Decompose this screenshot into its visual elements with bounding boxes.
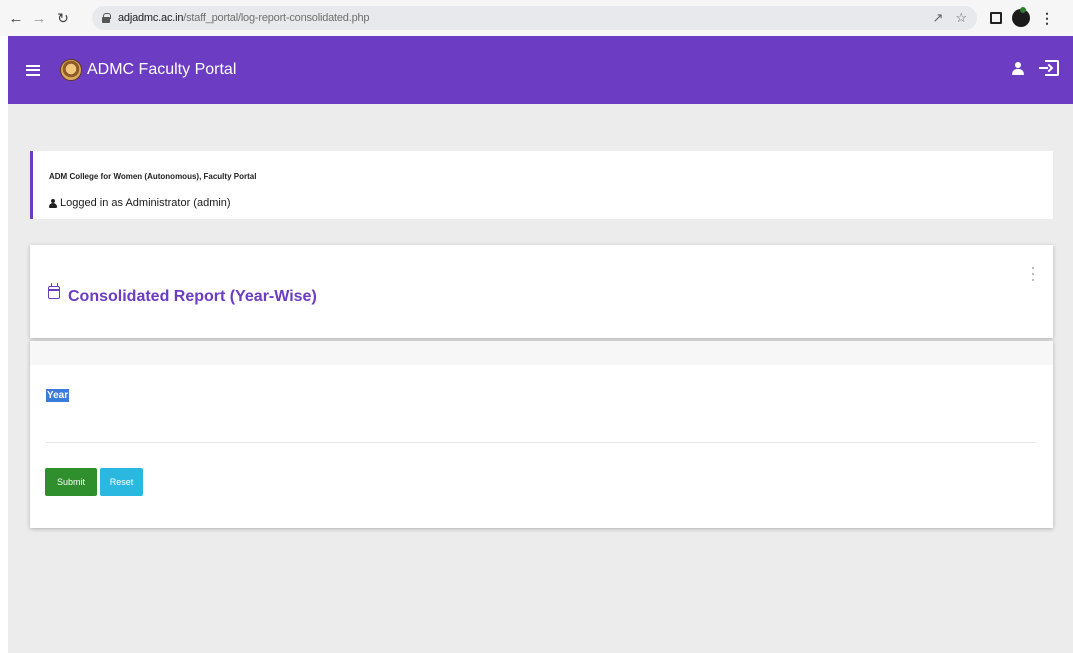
lock-icon[interactable]: [102, 13, 111, 23]
reload-icon[interactable]: ↻: [53, 8, 73, 28]
form-divider: [46, 442, 1036, 443]
year-label: Year: [46, 389, 70, 402]
college-logo-icon: [60, 59, 82, 81]
kebab-menu-icon[interactable]: ⋮: [1040, 10, 1054, 27]
logout-icon[interactable]: [1039, 60, 1059, 76]
logged-in-status: Logged in as Administrator (admin): [49, 197, 231, 209]
info-panel: ADM College for Women (Autonomous), Facu…: [30, 151, 1053, 219]
user-small-icon: [49, 198, 57, 208]
address-bar[interactable]: adjadmc.ac.in/staff_portal/log-report-co…: [92, 6, 977, 30]
app-title: ADMC Faculty Portal: [87, 61, 237, 78]
logged-in-text: Logged in as Administrator (admin): [60, 197, 231, 209]
page-title: Consolidated Report (Year-Wise): [68, 288, 317, 305]
calendar-icon: [48, 283, 60, 299]
hamburger-menu-icon[interactable]: [26, 64, 40, 76]
card-options-icon[interactable]: [1032, 267, 1035, 281]
reset-button[interactable]: Reset: [100, 468, 143, 496]
profile-icon[interactable]: [1012, 7, 1030, 27]
back-arrow-icon[interactable]: ←: [6, 8, 26, 28]
url-text: adjadmc.ac.in/staff_portal/log-report-co…: [118, 12, 370, 24]
browser-toolbar: ← → ↻ adjadmc.ac.in/staff_portal/log-rep…: [0, 0, 1073, 36]
tab-square-icon[interactable]: [990, 12, 1002, 24]
college-name: ADM College for Women (Autonomous), Facu…: [49, 172, 257, 181]
star-icon[interactable]: ☆: [955, 10, 967, 26]
report-header-card: Consolidated Report (Year-Wise): [30, 245, 1053, 338]
forward-arrow-icon[interactable]: →: [29, 8, 49, 28]
submit-button[interactable]: Submit: [45, 468, 97, 496]
app-header: ADMC Faculty Portal: [8, 36, 1073, 104]
user-icon[interactable]: [1012, 62, 1024, 76]
share-icon[interactable]: ↗: [932, 10, 943, 26]
report-form-card: Year Submit Reset: [30, 341, 1053, 528]
form-card-top-strip: [30, 341, 1053, 365]
